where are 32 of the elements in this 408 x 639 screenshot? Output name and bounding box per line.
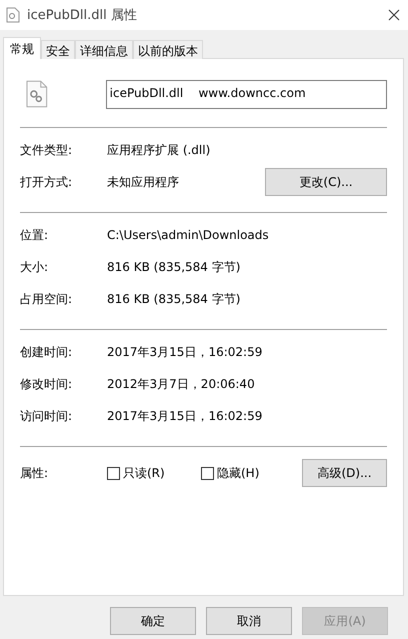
field-label: 打开方式: <box>20 174 74 190</box>
field-value: 816 KB (835,584 字节) <box>107 258 242 276</box>
advanced-button[interactable]: 高级(D)... <box>302 459 387 487</box>
dialog-button[interactable]: 确定 <box>110 607 196 635</box>
field-value: 应用程序扩展 (.dll) <box>107 142 212 158</box>
field-value: C:\Users\admin\Downloads <box>107 228 270 242</box>
change-button[interactable]: 更改(C)... <box>265 168 387 196</box>
gear-file-icon <box>26 80 48 108</box>
tab[interactable]: 以前的版本 <box>133 40 203 59</box>
tab[interactable]: 安全 <box>41 40 75 59</box>
field-label: 大小: <box>20 258 50 276</box>
tab[interactable]: 常规 <box>3 37 41 59</box>
checkbox[interactable]: 只读(R) <box>107 464 201 482</box>
field-label: 属性: <box>20 464 50 482</box>
tab[interactable]: 详细信息 <box>75 40 133 59</box>
window-title: icePubDll.dll 属性 <box>27 7 138 24</box>
field-label: 位置: <box>20 226 50 244</box>
field-label: 文件类型: <box>20 142 74 158</box>
field-value: 未知应用程序 <box>107 174 180 190</box>
field-value: 2017年3月15日，16:02:59 <box>107 408 264 424</box>
dialog-button[interactable]: 取消 <box>206 607 292 635</box>
field-label: 创建时间: <box>20 344 74 360</box>
field-value: 816 KB (835,584 字节) <box>107 290 242 308</box>
checkbox[interactable]: 隐藏(H) <box>201 464 295 482</box>
field-label: 占用空间: <box>20 290 74 308</box>
field-value: 2012年3月7日，20:06:40 <box>107 376 256 392</box>
file-name-field[interactable]: icePubDll.dll www.downcc.com <box>106 80 387 108</box>
file-icon <box>6 7 20 23</box>
close-icon[interactable] <box>388 9 400 21</box>
field-label: 访问时间: <box>20 408 74 424</box>
field-value: 2017年3月15日，16:02:59 <box>107 344 264 360</box>
field-label: 修改时间: <box>20 376 74 392</box>
